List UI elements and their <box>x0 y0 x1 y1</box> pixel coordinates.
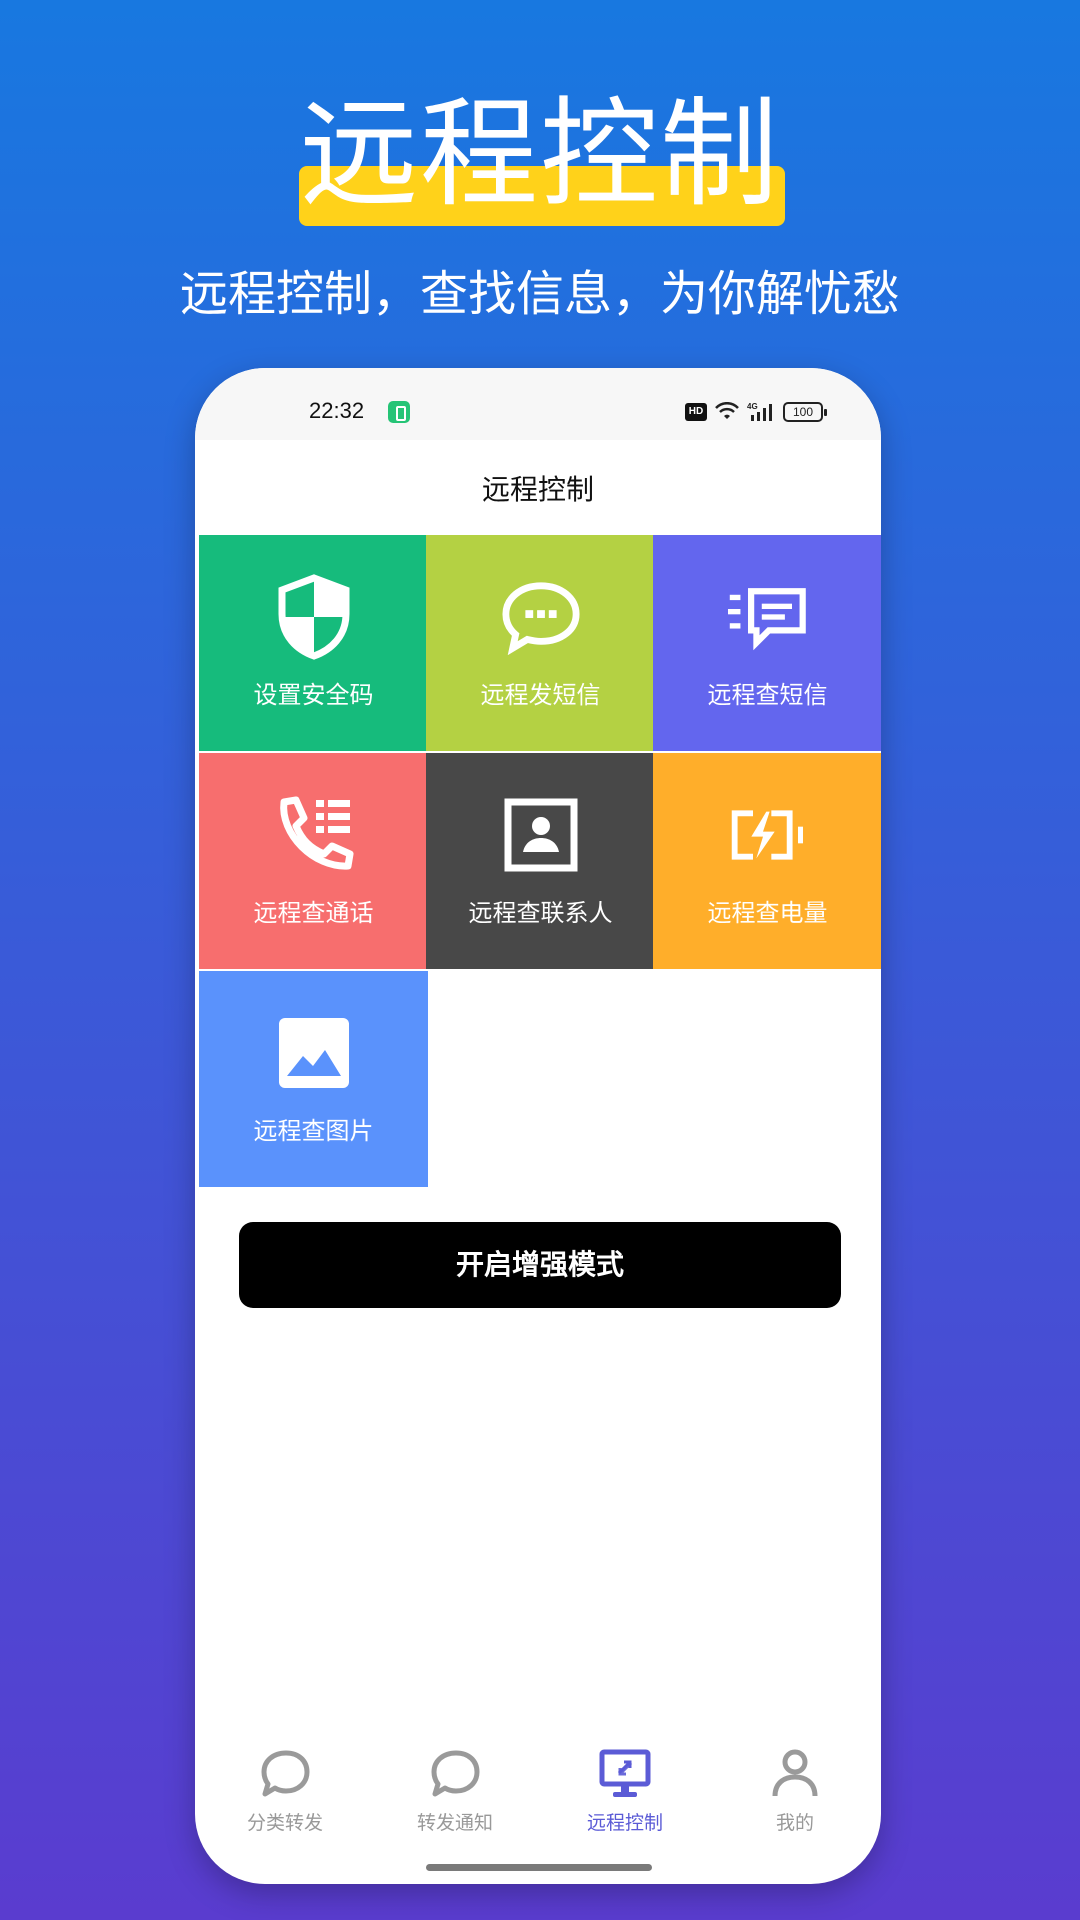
tile-label: 远程查联系人 <box>468 899 613 927</box>
status-time: 22:32 <box>309 398 365 423</box>
phone-list-icon <box>274 795 354 875</box>
tile-label: 远程查短信 <box>707 681 828 709</box>
page-title: 远程控制 <box>481 473 594 506</box>
tile-remote-view-battery[interactable]: 远程查电量 <box>653 753 881 969</box>
tab-remote-control[interactable]: 远程控制 <box>550 1748 700 1835</box>
hd-icon: HD <box>685 403 707 421</box>
tile-label: 远程查通话 <box>253 899 374 927</box>
tab-me[interactable]: 我的 <box>720 1748 870 1835</box>
chat-bubble-icon <box>431 1750 480 1797</box>
tile-remote-send-sms[interactable]: 远程发短信 <box>426 535 655 751</box>
image-icon <box>274 1013 354 1093</box>
tile-label: 远程查图片 <box>253 1117 374 1145</box>
user-icon <box>772 1749 818 1797</box>
chat-bubble-icon <box>261 1750 310 1797</box>
home-indicator[interactable] <box>426 1864 652 1871</box>
tab-label: 远程控制 <box>586 1812 663 1834</box>
enable-enhanced-mode-button[interactable]: 开启增强模式 <box>239 1222 841 1308</box>
tile-set-security-code[interactable]: 设置安全码 <box>199 535 428 751</box>
tile-label: 设置安全码 <box>253 681 374 709</box>
tab-label: 转发通知 <box>416 1812 493 1834</box>
status-icons: HD 4G 100 <box>685 400 827 424</box>
wifi-icon <box>715 402 739 419</box>
tile-remote-view-images[interactable]: 远程查图片 <box>199 971 428 1187</box>
tile-remote-view-contacts[interactable]: 远程查联系人 <box>426 753 655 969</box>
remote-desktop-icon <box>599 1749 651 1797</box>
cellular-signal-icon: 4G <box>747 402 772 421</box>
contact-card-icon <box>501 795 581 875</box>
shield-icon <box>274 574 354 660</box>
message-list-icon <box>727 577 808 657</box>
tab-label: 我的 <box>775 1812 814 1834</box>
tile-remote-view-sms[interactable]: 远程查短信 <box>653 535 881 751</box>
battery-icon: 100 <box>783 402 827 422</box>
hero-title-block: 远程控制 <box>0 84 1080 234</box>
tab-forward-notifications[interactable]: 转发通知 <box>380 1748 530 1835</box>
network-label: 4G <box>747 402 758 411</box>
tile-remote-view-calls[interactable]: 远程查通话 <box>199 753 428 969</box>
tile-label: 远程发短信 <box>480 681 601 709</box>
tab-label: 分类转发 <box>246 1812 323 1834</box>
tab-category-forward[interactable]: 分类转发 <box>210 1748 360 1835</box>
hero-title: 远程控制 <box>299 85 780 223</box>
battery-charging-icon <box>728 795 808 875</box>
tile-label: 远程查电量 <box>707 899 828 927</box>
status-bar: 22:32 HD 4G 100 <box>195 368 881 440</box>
chat-bubble-icon <box>501 577 581 657</box>
battery-app-icon <box>388 401 410 423</box>
phone-frame: 22:32 HD 4G 100 远程控制 设置安全码 远程发短信 远程查短信 远… <box>195 368 881 1884</box>
bottom-tab-bar: 分类转发 转发通知 远程控制 我的 <box>195 1748 881 1848</box>
hero-subtitle: 远程控制，查找信息，为你解忧愁 <box>179 266 900 322</box>
